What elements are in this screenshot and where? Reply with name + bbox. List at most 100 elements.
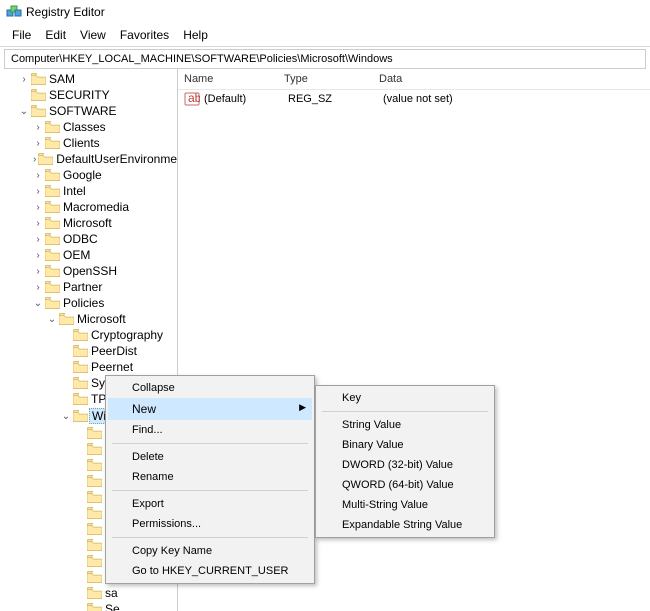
expand-toggle-icon[interactable]: › [32,170,44,181]
menu-separator [112,443,308,444]
ctx-copy-key-name[interactable]: Copy Key Name [108,541,312,561]
tree-item-classes[interactable]: › Classes [2,119,177,135]
expand-toggle-icon[interactable]: › [32,250,44,261]
ctx-export[interactable]: Export [108,494,312,514]
value-row[interactable]: (Default) REG_SZ (value not set) [178,90,650,108]
tree-item-peernet[interactable]: Peernet [2,359,177,375]
tree-item-oem[interactable]: ›OEM [2,247,177,263]
tree-item-openssh[interactable]: › OpenSSH [2,263,177,279]
tree-item-defaultuserenvironme[interactable]: › DefaultUserEnvironme [2,151,177,167]
ctx-goto-hkcu[interactable]: Go to HKEY_CURRENT_USER [108,561,312,581]
menu-favorites[interactable]: Favorites [114,26,175,44]
tree-label: Policies [63,296,104,310]
window-title: Registry Editor [26,5,105,19]
value-type: REG_SZ [288,93,383,105]
tree-label: Google [63,168,102,182]
sub-binary[interactable]: Binary Value [318,435,492,455]
folder-icon [59,313,74,325]
menu-view[interactable]: View [74,26,112,44]
sub-string[interactable]: String Value [318,415,492,435]
folder-icon [31,89,46,101]
folder-icon [45,233,60,245]
folder-icon [87,507,102,519]
tree-item-win-sa[interactable]: sa [2,585,177,601]
folder-icon [73,345,88,357]
folder-icon [87,491,102,503]
expand-toggle-icon[interactable]: › [32,234,44,245]
tree-item-intel[interactable]: ›Intel [2,183,177,199]
sub-qword[interactable]: QWORD (64-bit) Value [318,475,492,495]
tree-label: DefaultUserEnvironme [56,152,177,166]
folder-icon [45,217,60,229]
tree-item-odbc[interactable]: ›ODBC [2,231,177,247]
folder-icon [87,523,102,535]
expand-toggle-icon[interactable]: › [32,122,44,133]
tree-item-sam[interactable]: ›SAM [2,71,177,87]
tree-item-partner[interactable]: ›Partner [2,279,177,295]
sub-dword[interactable]: DWORD (32-bit) Value [318,455,492,475]
folder-icon [45,121,60,133]
expand-toggle-icon[interactable]: › [32,186,44,197]
folder-icon [45,201,60,213]
tree-item-microsoft[interactable]: › Microsoft [2,215,177,231]
ctx-delete[interactable]: Delete [108,447,312,467]
tree-item-peerdist[interactable]: PeerDist [2,343,177,359]
tree-item-security[interactable]: SECURITY [2,87,177,103]
tree-label: Classes [63,120,106,134]
tree-item-google[interactable]: › Google [2,167,177,183]
tree-label: Microsoft [63,216,112,230]
expand-toggle-icon[interactable]: › [18,74,30,85]
ctx-rename[interactable]: Rename [108,467,312,487]
menu-separator [322,411,488,412]
folder-icon [87,603,102,611]
address-bar[interactable]: Computer\HKEY_LOCAL_MACHINE\SOFTWARE\Pol… [4,49,646,69]
folder-icon [45,249,60,261]
folder-icon [87,443,102,455]
menu-file[interactable]: File [6,26,37,44]
folder-icon [87,475,102,487]
context-submenu-new: Key String Value Binary Value DWORD (32-… [315,385,495,538]
tree-label: SOFTWARE [49,104,117,118]
sub-expandable[interactable]: Expandable String Value [318,515,492,535]
tree-item-microsoft-pol[interactable]: ⌄Microsoft [2,311,177,327]
folder-icon [87,427,102,439]
expand-toggle-icon[interactable]: ⌄ [60,411,72,422]
folder-icon [45,265,60,277]
tree-label: Macromedia [63,200,129,214]
ctx-permissions[interactable]: Permissions... [108,514,312,534]
ctx-collapse[interactable]: Collapse [108,378,312,398]
expand-toggle-icon[interactable]: ⌄ [46,314,58,325]
context-menu: Collapse New▶ Find... Delete Rename Expo… [105,375,315,584]
sub-multistring[interactable]: Multi-String Value [318,495,492,515]
tree-label: OpenSSH [63,264,117,278]
expand-toggle-icon[interactable]: › [32,218,44,229]
tree-item-win-se[interactable]: Se [2,601,177,611]
folder-icon [45,297,60,309]
folder-icon [87,459,102,471]
menu-separator [112,537,308,538]
column-header-name[interactable]: Name [178,69,278,89]
folder-icon [73,361,88,373]
app-icon [6,4,22,20]
expand-toggle-icon[interactable]: › [32,282,44,293]
ctx-new[interactable]: New▶ [108,398,312,420]
tree-item-software[interactable]: ⌄ SOFTWARE [2,103,177,119]
tree-item-policies[interactable]: ⌄ Policies [2,295,177,311]
folder-icon [73,410,88,422]
column-header-type[interactable]: Type [278,69,373,89]
column-header-data[interactable]: Data [373,69,650,89]
menu-help[interactable]: Help [177,26,214,44]
menu-edit[interactable]: Edit [39,26,72,44]
expand-toggle-icon[interactable]: ⌄ [32,298,44,309]
tree-item-clients[interactable]: ›Clients [2,135,177,151]
ctx-find[interactable]: Find... [108,420,312,440]
expand-toggle-icon[interactable]: › [32,202,44,213]
tree-item-cryptography[interactable]: Cryptography [2,327,177,343]
sub-key[interactable]: Key [318,388,492,408]
tree-label: sa [105,586,118,600]
expand-toggle-icon[interactable]: › [32,266,44,277]
expand-toggle-icon[interactable]: ⌄ [18,106,30,117]
tree-item-macromedia[interactable]: › Macromedia [2,199,177,215]
expand-toggle-icon[interactable]: › [32,138,44,149]
expand-toggle-icon[interactable]: › [32,154,37,165]
